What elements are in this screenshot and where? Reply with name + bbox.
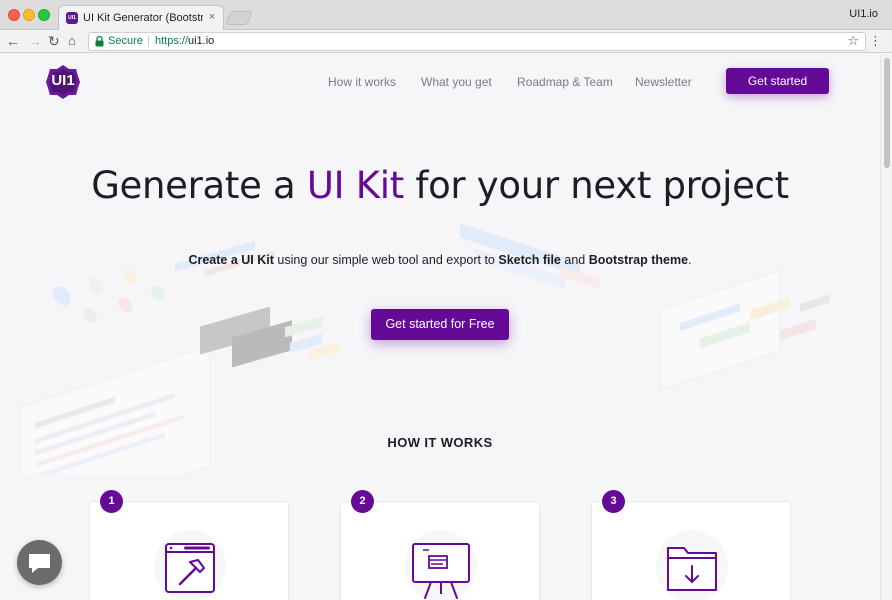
forward-arrow-icon[interactable]: → bbox=[28, 32, 42, 50]
back-arrow-icon[interactable]: ← bbox=[6, 32, 20, 50]
reload-icon[interactable]: ↻ bbox=[48, 32, 60, 50]
presentation-board-icon bbox=[405, 530, 477, 600]
get-started-free-button[interactable]: Get started for Free bbox=[371, 309, 509, 340]
hero-title-accent: UI Kit bbox=[306, 164, 404, 207]
address-separator bbox=[148, 36, 149, 47]
hero-title-prefix: Generate a bbox=[91, 164, 307, 207]
browser-profile-label[interactable]: UI1.io bbox=[849, 8, 878, 20]
url-protocol: https:// bbox=[155, 35, 189, 47]
hero-sub-text-3: . bbox=[688, 253, 692, 267]
minimize-window-button[interactable] bbox=[23, 9, 35, 21]
ui1-logo[interactable]: UI1 bbox=[45, 64, 81, 100]
tab-title: UI Kit Generator (Bootstrap + S bbox=[83, 12, 203, 24]
hero-sub-text-2: and bbox=[560, 253, 589, 267]
step-card-3 bbox=[591, 501, 791, 600]
folder-download-icon bbox=[656, 530, 728, 600]
browser-toolbar: ← → ↻ ⌂ Secure https:// ui1.io ☆ ⋮ bbox=[0, 30, 892, 53]
hero-sub-bold-2: Sketch file bbox=[498, 253, 561, 267]
close-window-button[interactable] bbox=[8, 9, 20, 21]
get-started-button[interactable]: Get started bbox=[726, 68, 829, 94]
hero-sub-text-1: using our simple web tool and export to bbox=[273, 253, 499, 267]
favicon-icon: UI1 bbox=[66, 12, 78, 24]
hero-sub-bold-1: Create a UI Kit bbox=[188, 253, 274, 267]
tab-close-icon[interactable]: × bbox=[209, 11, 215, 23]
new-tab-button[interactable] bbox=[225, 11, 253, 25]
chat-bubble-icon bbox=[29, 554, 50, 573]
hero-title-suffix: for your next project bbox=[403, 164, 789, 207]
lock-icon bbox=[95, 36, 104, 47]
logo-text: UI1 bbox=[51, 72, 75, 89]
scrollbar-thumb[interactable] bbox=[884, 58, 890, 168]
hero-sub-bold-3: Bootstrap theme bbox=[588, 253, 689, 267]
webpage: UI1 How it works What you get Roadmap & … bbox=[0, 54, 880, 600]
chat-widget-button[interactable] bbox=[17, 540, 62, 585]
secure-label: Secure bbox=[108, 35, 143, 47]
home-icon[interactable]: ⌂ bbox=[68, 32, 76, 50]
step-card-1 bbox=[89, 501, 289, 600]
page-scrollbar[interactable] bbox=[880, 54, 892, 600]
bookmark-star-icon[interactable]: ☆ bbox=[847, 33, 859, 49]
maximize-window-button[interactable] bbox=[38, 9, 50, 21]
step-card-2 bbox=[340, 501, 540, 600]
nav-how-it-works[interactable]: How it works bbox=[328, 75, 396, 89]
browser-tab-active[interactable]: UI1 UI Kit Generator (Bootstrap + S × bbox=[58, 5, 224, 30]
step-number-badge-1: 1 bbox=[100, 490, 123, 513]
hero-subtitle: Create a UI Kit using our simple web too… bbox=[0, 253, 880, 267]
nav-newsletter[interactable]: Newsletter bbox=[635, 75, 692, 89]
step-number-badge-2: 2 bbox=[351, 490, 374, 513]
step-number-badge-3: 3 bbox=[602, 490, 625, 513]
hero-title: Generate a UI Kit for your next project bbox=[0, 164, 880, 207]
browser-titlebar: UI1 UI Kit Generator (Bootstrap + S × UI… bbox=[0, 0, 892, 30]
nav-what-you-get[interactable]: What you get bbox=[421, 75, 492, 89]
url-host: ui1.io bbox=[188, 35, 215, 47]
address-bar[interactable]: Secure https:// ui1.io ☆ bbox=[88, 32, 866, 51]
browser-menu-icon[interactable]: ⋮ bbox=[869, 33, 882, 49]
window-hammer-icon bbox=[154, 530, 226, 600]
how-it-works-title: HOW IT WORKS bbox=[387, 435, 493, 450]
nav-roadmap-team[interactable]: Roadmap & Team bbox=[517, 75, 613, 89]
